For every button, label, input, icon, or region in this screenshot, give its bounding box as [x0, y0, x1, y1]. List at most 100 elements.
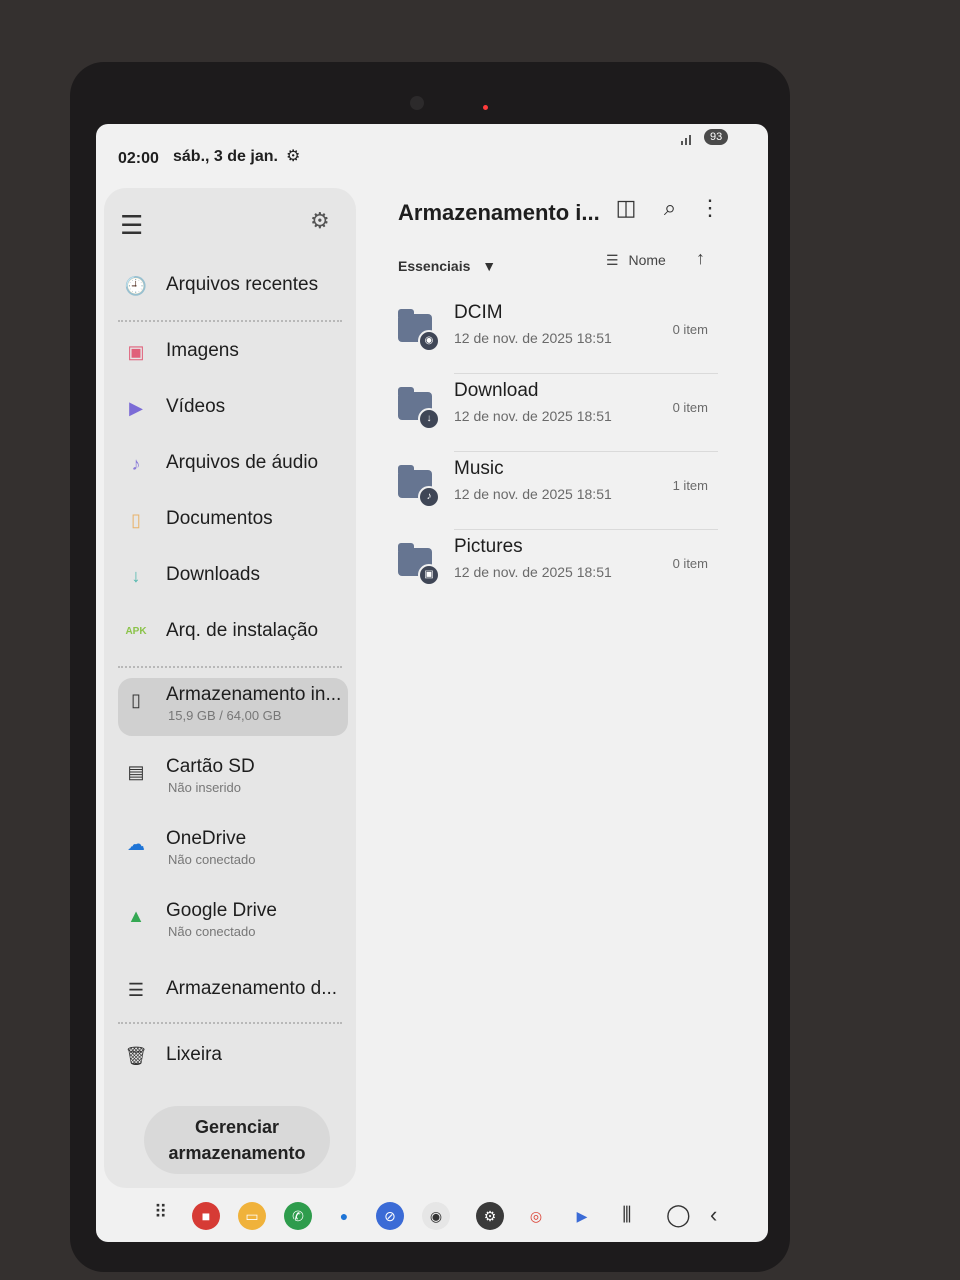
app-icon-red[interactable]: ■ [192, 1202, 220, 1230]
search-icon[interactable]: ⌕ [656, 194, 684, 222]
front-camera [410, 96, 424, 110]
camera-badge-icon: ◉ [418, 330, 440, 352]
row-divider [454, 373, 718, 374]
split-view-icon[interactable]: ◫ [612, 194, 640, 222]
camera-app-icon[interactable]: ◉ [422, 1202, 450, 1230]
folder-date: 12 de nov. de 2025 18:51 [454, 564, 612, 580]
trash-icon: 🗑 [124, 1046, 148, 1066]
folder-count: 0 item [672, 322, 708, 337]
status-time: 02:00 [118, 150, 159, 167]
filter-label: Essenciais [398, 258, 471, 274]
manage-storage-line2: armazenamento [168, 1143, 306, 1163]
filter-dropdown[interactable]: Essenciais ▼ [398, 258, 496, 274]
sidebar-item-label: Arquivos de áudio [166, 452, 319, 473]
sidebar-item-label: Armazenamento d... [166, 978, 338, 999]
sidebar-item-label: Armazenamento in... [166, 684, 342, 705]
storage-usage: 15,9 GB / 64,00 GB [168, 708, 282, 723]
folder-name: Music [454, 458, 504, 479]
sidebar-item-sd-card[interactable]: ▤ Cartão SD Não inserido [118, 750, 348, 808]
taskbar: ⠿ ■ ▭ ✆ ● ⊘ ◉ ⚙ ◎ ▶ ⦀ ◯ ‹ [96, 1192, 768, 1242]
page-title: Armazenamento i... [398, 200, 600, 225]
sidebar-item-label: Arq. de instalação [166, 620, 319, 641]
sd-card-icon: ▤ [127, 762, 145, 782]
folder-row-download[interactable]: ↓ Download 12 de nov. de 2025 18:51 0 it… [396, 378, 718, 452]
clock-icon: 🕘 [124, 276, 148, 296]
manage-storage-button[interactable]: Gerenciar armazenamento [144, 1106, 330, 1174]
sidebar-divider [118, 320, 342, 322]
sd-card-status: Não inserido [168, 780, 241, 795]
folder-row-pictures[interactable]: ▣ Pictures 12 de nov. de 2025 18:51 0 it… [396, 534, 718, 598]
sidebar-item-storage-analysis[interactable]: ☰ Armazenamento d... [118, 968, 348, 1012]
download-badge-icon: ↓ [418, 408, 440, 430]
chrome-app-icon[interactable]: ◎ [522, 1202, 550, 1230]
phone-storage-icon: ▯ [131, 690, 141, 710]
sort-direction-icon[interactable]: ↑ [696, 248, 705, 269]
folder-name: Download [454, 380, 539, 401]
row-divider [454, 451, 718, 452]
video-icon: ▶ [129, 398, 143, 418]
sidebar-item-label: Cartão SD [166, 756, 255, 777]
sidebar-item-onedrive[interactable]: ☁ OneDrive Não conectado [118, 822, 348, 880]
folder-name: DCIM [454, 302, 503, 323]
google-drive-icon: ▲ [127, 906, 145, 926]
apk-icon: APK [125, 626, 147, 637]
home-button[interactable]: ◯ [666, 1202, 691, 1228]
sidebar-item-trash[interactable]: 🗑 Lixeira [118, 1034, 348, 1078]
sort-icon: ☰ [606, 252, 619, 268]
manage-storage-line1: Gerenciar [194, 1117, 280, 1137]
play-store-icon[interactable]: ▶ [568, 1202, 596, 1230]
sidebar-item-label: Imagens [166, 340, 239, 361]
app-drawer-icon[interactable]: ⠿ [154, 1202, 167, 1223]
sidebar-item-apk[interactable]: APK Arq. de instalação [118, 610, 348, 654]
sidebar-item-videos[interactable]: ▶ Vídeos [118, 386, 348, 430]
sidebar-item-label: Google Drive [166, 900, 277, 921]
onedrive-icon: ☁ [127, 834, 145, 854]
navigation-drawer: ☰ ⚙ 🕘 Arquivos recentes ▣ Imagens ▶ Víde… [104, 188, 356, 1188]
folder-row-dcim[interactable]: ◉ DCIM 12 de nov. de 2025 18:51 0 item [396, 300, 718, 374]
menu-icon[interactable]: ☰ [120, 210, 143, 241]
sidebar-item-label: Downloads [166, 564, 260, 585]
document-icon: ▯ [131, 510, 141, 530]
recent-apps-button[interactable]: ⦀ [622, 1202, 632, 1228]
chevron-down-icon: ▼ [482, 258, 497, 274]
row-divider [454, 529, 718, 530]
more-options-icon[interactable]: ⋮ [696, 194, 724, 222]
sidebar-item-audio[interactable]: ♪ Arquivos de áudio [118, 442, 348, 486]
picture-badge-icon: ▣ [418, 564, 440, 586]
storage-icon: ☰ [127, 980, 145, 1000]
phone-app-icon[interactable]: ✆ [284, 1202, 312, 1230]
sort-label: Nome [628, 252, 666, 268]
indicator-led [483, 105, 488, 110]
back-button[interactable]: ‹ [710, 1202, 717, 1228]
folder-count: 1 item [672, 478, 708, 493]
download-icon: ↓ [131, 566, 141, 586]
sidebar-item-label: OneDrive [166, 828, 247, 849]
sidebar-item-google-drive[interactable]: ▲ Google Drive Não conectado [118, 894, 348, 952]
screen: 02:00 sáb., 3 de jan. ⚙ 93 ☰ ⚙ 🕘 Arquivo… [96, 124, 768, 1242]
image-icon: ▣ [127, 342, 145, 362]
battery-indicator: 93 [704, 129, 729, 145]
browser-app-icon[interactable]: ⊘ [376, 1202, 404, 1230]
sidebar-item-images[interactable]: ▣ Imagens [118, 330, 348, 374]
status-bar: 02:00 sáb., 3 de jan. ⚙ 93 [96, 124, 768, 180]
folder-date: 12 de nov. de 2025 18:51 [454, 330, 612, 346]
settings-app-icon[interactable]: ⚙ [476, 1202, 504, 1230]
app-icon-folder[interactable]: ▭ [238, 1202, 266, 1230]
sidebar-item-recent[interactable]: 🕘 Arquivos recentes [118, 264, 348, 308]
audio-icon: ♪ [131, 454, 141, 474]
sort-button[interactable]: ☰ Nome [606, 252, 666, 269]
folder-row-music[interactable]: ♪ Music 12 de nov. de 2025 18:51 1 item [396, 456, 718, 530]
settings-gear-icon[interactable]: ⚙ [310, 208, 330, 234]
messages-app-icon[interactable]: ● [330, 1202, 358, 1230]
google-drive-status: Não conectado [168, 924, 256, 939]
folder-date: 12 de nov. de 2025 18:51 [454, 486, 612, 502]
sidebar-item-documents[interactable]: ▯ Documentos [118, 498, 348, 542]
folder-date: 12 de nov. de 2025 18:51 [454, 408, 612, 424]
sidebar-item-internal-storage[interactable]: ▯ Armazenamento in... 15,9 GB / 64,00 GB [118, 678, 348, 736]
sidebar-divider [118, 1022, 342, 1024]
sidebar-item-downloads[interactable]: ↓ Downloads [118, 554, 348, 598]
music-badge-icon: ♪ [418, 486, 440, 508]
status-date: sáb., 3 de jan. [173, 148, 278, 165]
sidebar-divider [118, 666, 342, 668]
onedrive-status: Não conectado [168, 852, 256, 867]
